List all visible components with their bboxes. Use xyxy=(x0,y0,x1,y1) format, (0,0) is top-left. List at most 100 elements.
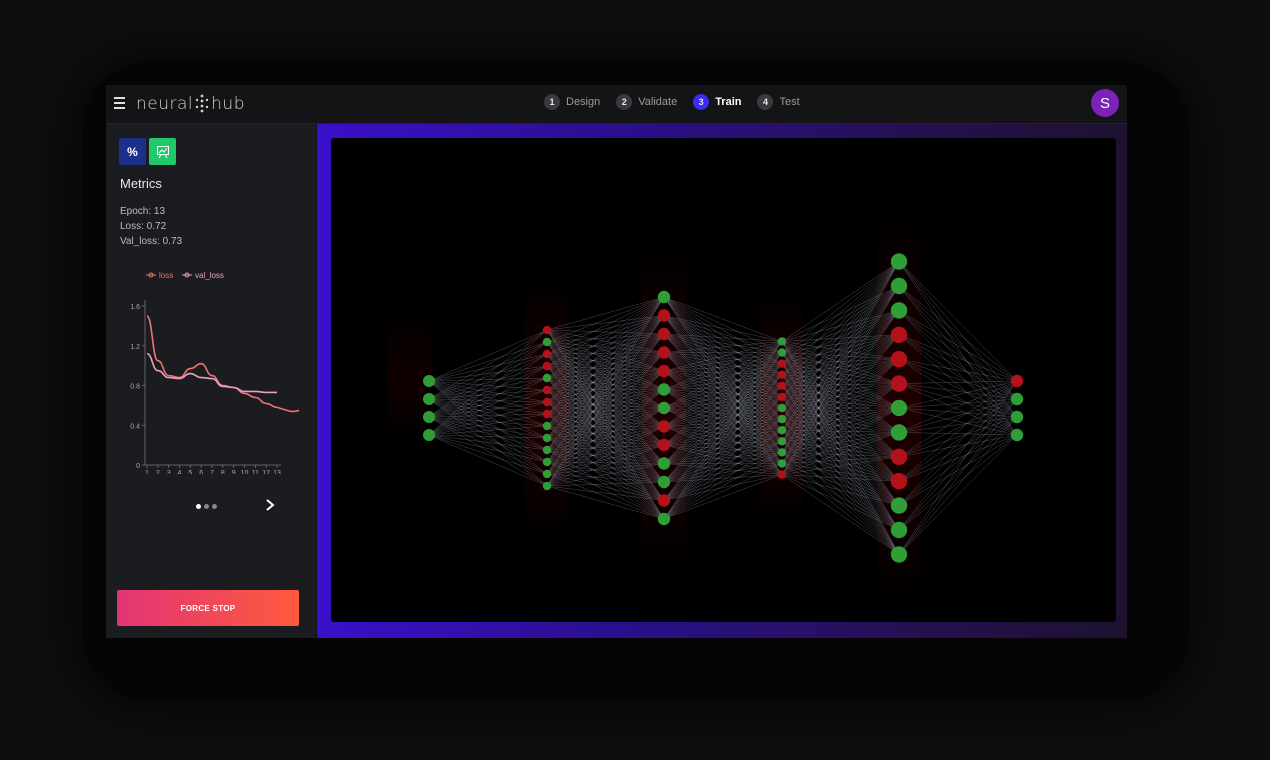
neuron-active xyxy=(777,448,787,457)
pager-dot-active[interactable] xyxy=(196,504,201,509)
network-canvas-frame xyxy=(317,124,1127,638)
hamburger-menu-icon[interactable] xyxy=(114,97,125,109)
logo-text-right: hub xyxy=(211,94,245,114)
neuron-inactive xyxy=(657,364,671,378)
y-tick-label: 0 xyxy=(136,463,140,470)
neuron-inactive xyxy=(657,346,671,359)
pager-dot[interactable] xyxy=(212,504,217,509)
neuron-active xyxy=(890,399,908,417)
neuron-active xyxy=(890,302,908,319)
step-train[interactable]: 3 Train xyxy=(693,94,741,110)
step-number: 2 xyxy=(616,94,633,110)
neuron-inactive xyxy=(777,470,787,479)
top-bar: neural hub 1 Design 2 Validate 3 Train 4… xyxy=(106,85,1127,124)
neuron-active xyxy=(1010,410,1024,424)
neuron-active xyxy=(890,521,908,539)
neuron-active xyxy=(423,429,435,441)
step-label: Test xyxy=(779,96,800,108)
neuron-active xyxy=(777,426,787,435)
neuron-inactive xyxy=(777,359,787,368)
neuron-inactive xyxy=(657,327,671,341)
neuron-active xyxy=(657,383,671,396)
x-tick-label: 7 xyxy=(210,470,214,474)
chart-pager xyxy=(196,504,217,509)
neuron-active xyxy=(1010,428,1024,442)
x-tick-label: 1 xyxy=(145,470,149,474)
logo-dots-icon xyxy=(195,94,209,113)
x-tick-label: 4 xyxy=(178,470,182,474)
neuron-active xyxy=(542,469,552,479)
neuron-inactive xyxy=(542,385,552,395)
x-tick-label: 9 xyxy=(232,470,236,474)
app-window: neural hub 1 Design 2 Validate 3 Train 4… xyxy=(106,85,1127,638)
neuron-inactive xyxy=(657,420,671,433)
neuron-active xyxy=(542,337,552,347)
step-number: 1 xyxy=(544,94,560,110)
x-tick-label: 3 xyxy=(167,470,171,474)
step-design[interactable]: 1 Design xyxy=(544,94,600,110)
chevron-right-icon[interactable] xyxy=(264,498,276,512)
percent-icon: % xyxy=(127,144,138,159)
chart-view-button[interactable] xyxy=(149,138,176,165)
x-tick-label: 8 xyxy=(221,470,225,474)
neuron-active xyxy=(423,411,435,423)
y-tick-label: 0.4 xyxy=(130,423,140,430)
logo-text-left: neural xyxy=(136,94,194,114)
chart-icon xyxy=(156,145,169,158)
epoch-value: Epoch: 13 xyxy=(120,206,166,217)
neuron-active xyxy=(542,457,552,467)
neuron-active xyxy=(890,253,908,270)
neuron-active xyxy=(777,437,787,446)
metrics-title: Metrics xyxy=(120,176,162,191)
step-label: Design xyxy=(566,96,601,108)
logo: neural hub xyxy=(136,91,245,117)
neuron-active xyxy=(657,512,671,526)
y-tick-label: 1.6 xyxy=(130,304,140,311)
force-stop-button[interactable]: FORCE STOP xyxy=(117,590,299,626)
series-line-val_loss xyxy=(146,352,277,394)
neuron-active xyxy=(423,393,435,405)
neuron-active xyxy=(657,475,671,489)
connections xyxy=(428,261,1018,555)
neuron-active xyxy=(890,277,908,295)
pager-dot[interactable] xyxy=(204,504,209,509)
step-test[interactable]: 4 Test xyxy=(757,94,800,110)
neuron-active xyxy=(542,433,552,443)
metrics-percent-button[interactable]: % xyxy=(119,138,146,165)
x-tick-label: 11 xyxy=(252,470,259,474)
loss-value: Loss: 0.72 xyxy=(120,221,167,232)
x-tick-label: 12 xyxy=(262,470,270,474)
neuron-inactive xyxy=(542,361,552,371)
neuron-inactive xyxy=(890,351,908,368)
neuron-active xyxy=(777,403,787,413)
neuron-inactive xyxy=(542,409,552,419)
step-label: Validate xyxy=(638,96,678,108)
neuron-active xyxy=(777,348,787,357)
neuron-active xyxy=(542,421,552,431)
x-tick-label: 2 xyxy=(156,470,160,474)
step-number: 3 xyxy=(693,94,710,110)
x-tick-label: 13 xyxy=(273,470,281,474)
series-line-loss xyxy=(146,315,300,413)
network-canvas[interactable] xyxy=(331,138,1116,622)
neuron-active xyxy=(890,497,908,514)
neuron-inactive xyxy=(542,397,552,407)
legend-label: loss xyxy=(159,271,173,280)
neuron-inactive xyxy=(890,326,908,343)
neuron-active xyxy=(423,375,435,387)
neuron-inactive xyxy=(1010,374,1024,388)
neuron-inactive xyxy=(542,349,552,359)
val-loss-value: Val_loss: 0.73 xyxy=(120,236,183,247)
neuron-inactive xyxy=(542,325,552,335)
layer-glow xyxy=(525,280,569,536)
neuron-inactive xyxy=(777,370,787,379)
step-validate[interactable]: 2 Validate xyxy=(616,94,677,110)
neuron-active xyxy=(777,337,787,346)
sidebar: % Metrics Epoch: 13 Loss: 0.72 Val_loss:… xyxy=(106,124,316,638)
neuron-inactive xyxy=(657,438,671,452)
user-avatar[interactable]: S xyxy=(1091,89,1119,117)
y-tick-label: 0.8 xyxy=(130,384,140,391)
y-tick-label: 1.2 xyxy=(130,344,140,351)
network-diagram xyxy=(387,211,1024,605)
x-tick-label: 6 xyxy=(199,470,203,474)
